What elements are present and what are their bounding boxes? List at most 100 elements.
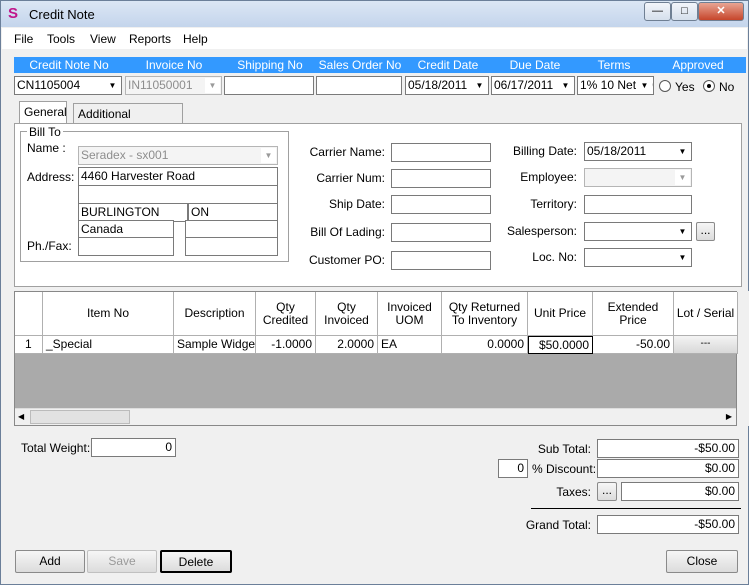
chevron-down-icon[interactable]: ▼ [675, 144, 690, 159]
sales-order-no-input[interactable] [316, 76, 402, 95]
menu-view[interactable]: View [90, 32, 116, 46]
totals-divider [531, 508, 741, 509]
lot-serial-button[interactable]: --- [674, 336, 738, 354]
label-approved: Approved [672, 58, 724, 72]
vertical-scrollbar[interactable] [738, 291, 749, 426]
territory-input[interactable] [584, 195, 692, 214]
tab-additional-information[interactable]: Additional Information [73, 103, 183, 135]
column-header-item-no[interactable]: Item No [43, 292, 174, 336]
chevron-down-icon[interactable]: ▼ [675, 250, 690, 265]
scroll-left-icon[interactable]: ◀ [18, 412, 24, 421]
credit-date-picker[interactable]: 05/18/2011 ▼ [405, 76, 489, 95]
cell-uom[interactable]: EA [378, 336, 442, 354]
credit-note-window: S Credit Note — □ ✕ File Tools View Repo… [0, 0, 749, 585]
credit-note-no-select[interactable]: CN1105004 ▼ [14, 76, 122, 95]
column-header-qty-credited[interactable]: Qty Credited [256, 292, 316, 336]
header-labels: Credit Note No Invoice No Shipping No Sa… [14, 57, 746, 73]
scroll-right-icon[interactable]: ▶ [726, 412, 732, 421]
chevron-down-icon: ▼ [205, 78, 220, 93]
cell-unit-price[interactable]: $50.0000 [528, 336, 593, 354]
ship-date-label: Ship Date: [328, 197, 385, 211]
close-window-button[interactable]: ✕ [698, 2, 744, 21]
tab-general[interactable]: General [19, 101, 67, 123]
chevron-down-icon[interactable]: ▼ [637, 78, 652, 93]
discount-percent-input[interactable]: 0 [498, 459, 528, 478]
maximize-button[interactable]: □ [671, 2, 698, 21]
chevron-down-icon: ▼ [261, 148, 276, 163]
column-header-description[interactable]: Description [174, 292, 256, 336]
column-header-qty-invoiced[interactable]: Qty Invoiced [316, 292, 378, 336]
loc-no-label: Loc. No: [532, 250, 577, 264]
chevron-down-icon[interactable]: ▼ [105, 78, 120, 93]
customer-po-input[interactable] [391, 251, 491, 270]
minimize-button[interactable]: — [644, 2, 671, 21]
address-line1-input[interactable]: 4460 Harvester Road [78, 167, 278, 186]
taxes-value: $0.00 [621, 482, 739, 501]
approved-no-radio[interactable] [703, 80, 715, 92]
column-header-lot-serial[interactable]: Lot / Serial [674, 292, 738, 336]
column-header-qty-returned[interactable]: Qty Returned To Inventory [442, 292, 528, 336]
carrier-num-label: Carrier Num: [316, 171, 385, 185]
menu-file[interactable]: File [14, 32, 33, 46]
menu-tools[interactable]: Tools [47, 32, 75, 46]
cell-qty-returned[interactable]: 0.0000 [442, 336, 528, 354]
delete-button[interactable]: Delete [160, 550, 232, 573]
terms-select[interactable]: 1% 10 Net 30 ▼ [577, 76, 654, 95]
carrier-num-input[interactable] [391, 169, 491, 188]
horizontal-scrollbar[interactable]: ◀ ▶ [15, 408, 736, 425]
shipping-no-input[interactable] [224, 76, 314, 95]
scrollbar-thumb[interactable] [30, 410, 130, 424]
column-header-unit-price[interactable]: Unit Price [528, 292, 593, 336]
chevron-down-icon[interactable]: ▼ [472, 78, 487, 93]
discount-value: $0.00 [597, 459, 739, 478]
billing-date-picker[interactable]: 05/18/2011 ▼ [584, 142, 692, 161]
credit-note-no-value: CN1105004 [17, 78, 81, 92]
address-line2-input[interactable] [78, 185, 278, 204]
column-header-extended-price[interactable]: Extended Price [593, 292, 674, 336]
taxes-details-button[interactable]: ... [597, 482, 617, 501]
title-bar: S Credit Note — □ ✕ [1, 1, 748, 27]
fax-input[interactable] [185, 237, 278, 256]
label-credit-date: Credit Date [417, 58, 479, 72]
due-date-value: 06/17/2011 [494, 78, 554, 92]
territory-label: Territory: [530, 197, 577, 211]
cell-item-no[interactable]: _Special [43, 336, 174, 354]
total-weight-input[interactable]: 0 [91, 438, 176, 457]
salesperson-select[interactable]: ▼ [584, 222, 692, 241]
cell-description[interactable]: Sample Widget [174, 336, 256, 354]
menu-reports[interactable]: Reports [129, 32, 171, 46]
carrier-name-input[interactable] [391, 143, 491, 162]
customer-po-label: Customer PO: [308, 253, 385, 267]
add-button[interactable]: Add [15, 550, 85, 573]
salesperson-lookup-button[interactable]: ... [696, 222, 715, 241]
line-items-grid: Item No Description Qty Credited Qty Inv… [14, 291, 738, 426]
ship-date-input[interactable] [391, 195, 491, 214]
invoice-no-select: IN11050001 ▼ [125, 76, 222, 95]
label-shipping-no: Shipping No [237, 58, 303, 72]
close-button[interactable]: Close [666, 550, 738, 573]
save-button: Save [87, 550, 157, 573]
cell-qty-credited[interactable]: -1.0000 [256, 336, 316, 354]
menu-bar: File Tools View Reports Help [2, 28, 747, 49]
chevron-down-icon[interactable]: ▼ [558, 78, 573, 93]
menu-help[interactable]: Help [183, 32, 208, 46]
approved-yes-radio[interactable] [659, 80, 671, 92]
phone-input[interactable] [78, 237, 174, 256]
cell-qty-invoiced[interactable]: 2.0000 [316, 336, 378, 354]
bill-of-lading-input[interactable] [391, 223, 491, 242]
bill-to-name-value: Seradex - sx001 [81, 148, 169, 162]
due-date-picker[interactable]: 06/17/2011 ▼ [491, 76, 575, 95]
discount-label: % Discount: [532, 462, 597, 476]
row-number[interactable]: 1 [15, 336, 43, 354]
salesperson-label: Salesperson: [506, 224, 577, 238]
loc-no-select[interactable]: ▼ [584, 248, 692, 267]
total-weight-label: Total Weight: [21, 441, 91, 455]
bill-of-lading-label: Bill Of Lading: [310, 225, 385, 239]
cell-extended-price[interactable]: -50.00 [593, 336, 674, 354]
bill-to-name-select: Seradex - sx001 ▼ [78, 146, 278, 165]
chevron-down-icon[interactable]: ▼ [675, 224, 690, 239]
billing-date-label: Billing Date: [512, 144, 577, 158]
phone-fax-label: Ph./Fax: [27, 239, 72, 253]
column-header-invoiced-uom[interactable]: Invoiced UOM [378, 292, 442, 336]
name-label: Name : [27, 141, 66, 155]
